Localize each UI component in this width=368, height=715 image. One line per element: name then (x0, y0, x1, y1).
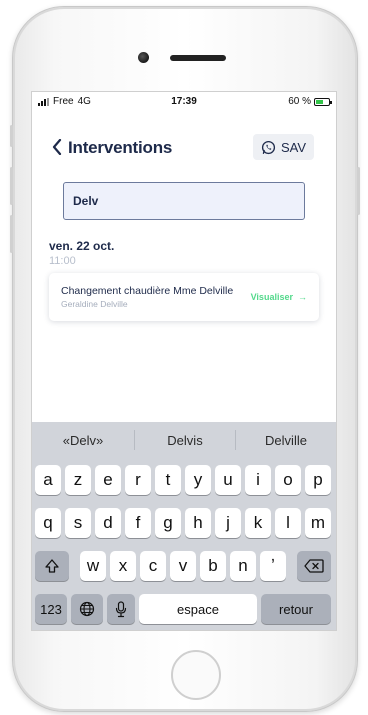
key-w[interactable]: w (80, 551, 106, 581)
back-button[interactable] (46, 136, 68, 158)
key-d[interactable]: d (95, 508, 121, 538)
sav-button[interactable]: SAV (252, 134, 314, 160)
key-x[interactable]: x (110, 551, 136, 581)
status-bar: Free 4G 17:39 60 % (32, 92, 336, 112)
card-subtitle: Geraldine Delville (61, 299, 128, 309)
app-screen: Free 4G 17:39 60 % Interventions SAV Del… (31, 91, 337, 631)
key-y[interactable]: y (185, 465, 211, 495)
key-u[interactable]: u (215, 465, 241, 495)
key-apostrophe[interactable]: ʼ (260, 551, 286, 581)
numbers-key[interactable]: 123 (35, 594, 67, 624)
key-r[interactable]: r (125, 465, 151, 495)
delete-key[interactable] (297, 551, 331, 581)
key-b[interactable]: b (200, 551, 226, 581)
battery-percent: 60 % (288, 96, 311, 107)
page-title: Interventions (68, 138, 173, 157)
microphone-icon (115, 600, 127, 617)
key-i[interactable]: i (245, 465, 271, 495)
volume-up-button (10, 167, 13, 205)
earpiece-speaker (170, 55, 226, 61)
card-title: Changement chaudière Mme Delville (61, 285, 234, 297)
key-v[interactable]: v (170, 551, 196, 581)
key-z[interactable]: z (65, 465, 91, 495)
key-n[interactable]: n (230, 551, 256, 581)
arrow-right-icon: → (295, 292, 307, 302)
key-q[interactable]: q (35, 508, 61, 538)
key-k[interactable]: k (245, 508, 271, 538)
group-time: 11:00 (49, 255, 76, 267)
key-j[interactable]: j (215, 508, 241, 538)
shift-icon (45, 559, 59, 573)
group-date: ven. 22 oct. (49, 239, 115, 253)
shift-key[interactable] (35, 551, 69, 581)
suggestion-bar: «Delv» Delvis Delville (32, 422, 336, 458)
key-t[interactable]: t (155, 465, 181, 495)
nav-header: Interventions SAV (32, 132, 336, 164)
key-f[interactable]: f (125, 508, 151, 538)
visualiser-link[interactable]: Visualiser → (251, 292, 307, 302)
suggestion-1[interactable]: «Delv» (33, 433, 133, 448)
visualiser-label: Visualiser (250, 292, 293, 302)
search-input[interactable]: Delv (63, 182, 305, 220)
key-o[interactable]: o (275, 465, 301, 495)
sav-label: SAV (280, 139, 306, 155)
key-s[interactable]: s (65, 508, 91, 538)
globe-icon (79, 601, 95, 617)
keyboard: «Delv» Delvis Delville a z e r t y u i o… (32, 422, 336, 630)
whatsapp-icon (261, 140, 276, 154)
key-a[interactable]: a (35, 465, 61, 495)
volume-down-button (10, 215, 13, 253)
power-button (357, 167, 360, 215)
globe-key[interactable] (71, 594, 103, 624)
key-c[interactable]: c (140, 551, 166, 581)
suggestion-3[interactable]: Delville (236, 433, 336, 448)
battery-icon (314, 97, 332, 106)
search-value: Delv (73, 194, 99, 208)
backspace-icon (304, 559, 324, 573)
dictation-key[interactable] (107, 594, 135, 624)
front-camera (138, 52, 149, 63)
chevron-left-icon (52, 139, 62, 155)
key-l[interactable]: l (275, 508, 301, 538)
space-key[interactable]: espace (139, 594, 257, 624)
suggestion-2[interactable]: Delvis (135, 433, 235, 448)
intervention-card[interactable]: Changement chaudière Mme Delville Gerald… (49, 273, 319, 321)
return-key[interactable]: retour (261, 594, 331, 624)
key-h[interactable]: h (185, 508, 211, 538)
key-p[interactable]: p (305, 465, 331, 495)
mute-switch (10, 125, 13, 147)
key-e[interactable]: e (95, 465, 121, 495)
key-g[interactable]: g (155, 508, 181, 538)
key-m[interactable]: m (305, 508, 331, 538)
home-button[interactable] (171, 650, 221, 700)
